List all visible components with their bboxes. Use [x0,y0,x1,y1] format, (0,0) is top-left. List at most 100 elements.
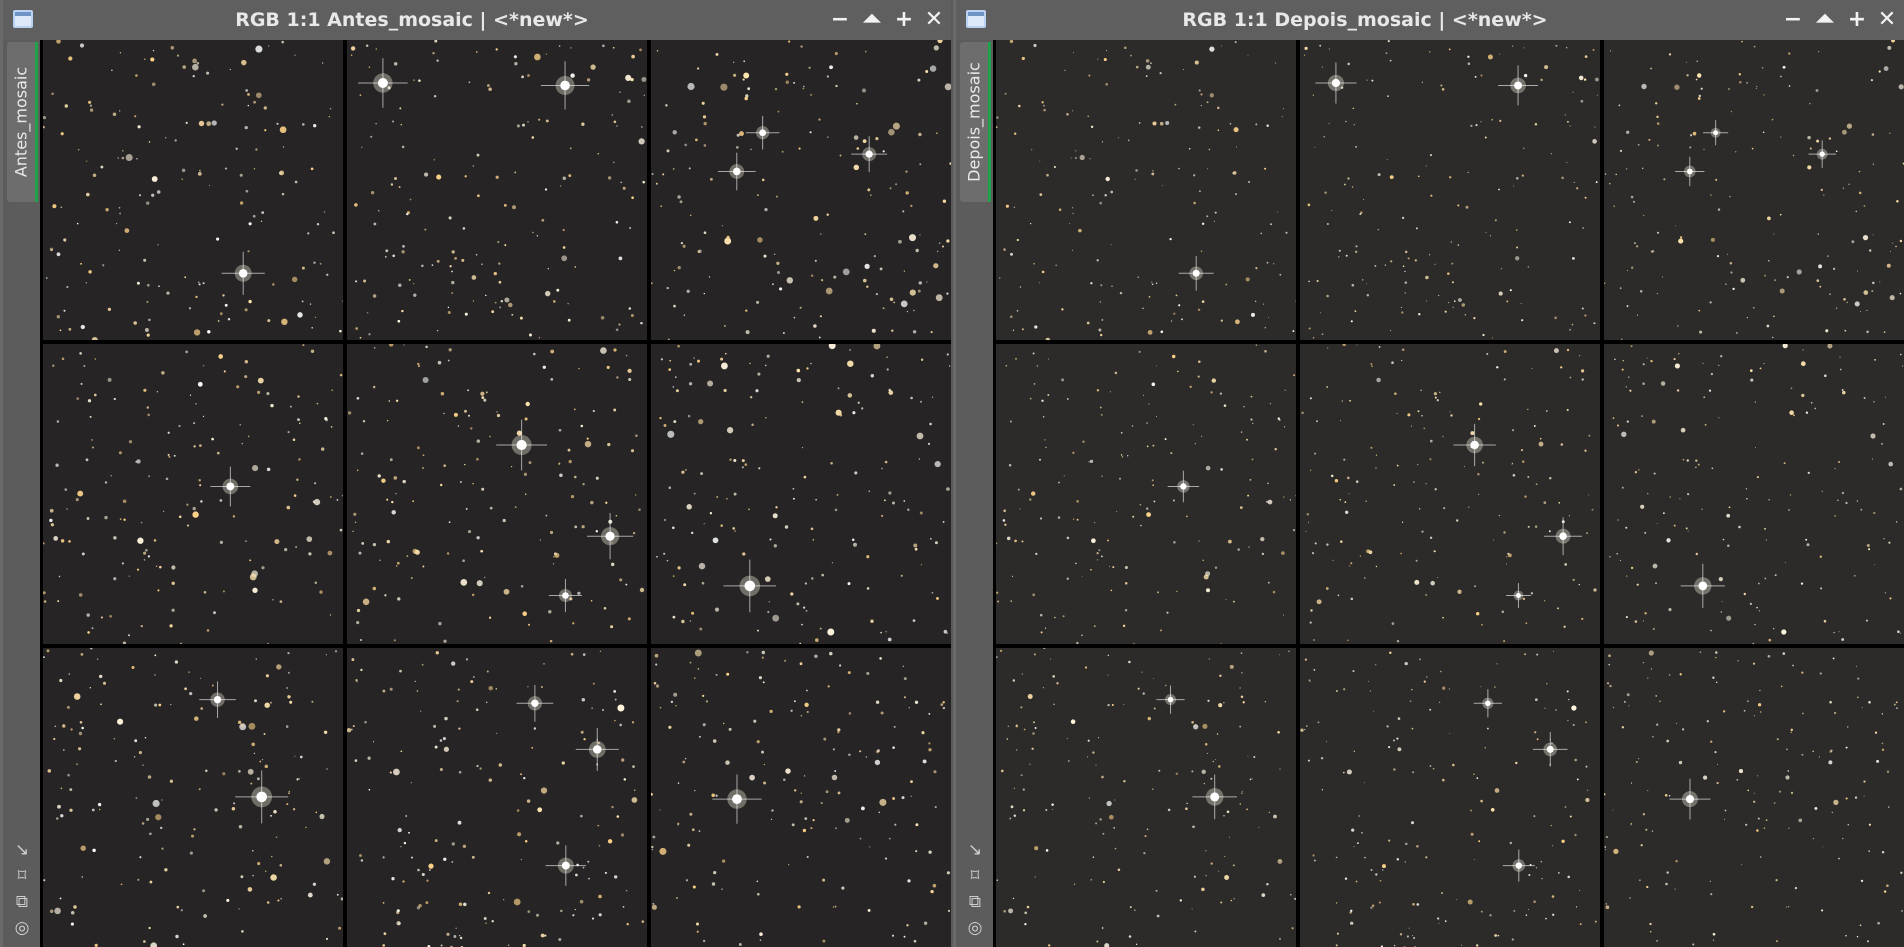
star [1123,779,1126,783]
star [698,562,706,570]
target-icon[interactable]: ◎ [12,918,32,938]
view-tab-antes-mosaic[interactable]: Antes_mosaic [7,42,38,202]
star [1343,771,1345,774]
bright-star [1808,140,1836,168]
star [188,307,192,310]
title-bar[interactable]: RGB 1:1 Depois_mosaic | <*new*> − ⏶ + ✕ [956,0,1904,41]
window-icon[interactable] [13,10,33,28]
star [1674,225,1676,227]
star [1531,368,1533,370]
shade-icon[interactable]: ⏶ [861,9,883,31]
star [497,240,500,244]
star [1382,869,1384,871]
crop-mask-icon[interactable]: ⌑ [12,866,32,886]
star [164,137,167,139]
star [1197,375,1200,378]
star [1477,473,1480,476]
star [47,769,52,773]
plus-icon[interactable]: + [893,9,915,31]
star [549,639,553,643]
star [1668,794,1671,797]
image-viewport[interactable] [993,40,1904,947]
star [244,125,248,130]
star [693,357,695,359]
bright-star [717,152,756,191]
star [1474,585,1477,588]
image-window-antes[interactable]: RGB 1:1 Antes_mosaic | <*new*> − ⏶ + ✕ A… [0,0,951,947]
star [152,49,155,52]
star [1228,539,1232,544]
plus-icon[interactable]: + [1846,9,1868,31]
star [1334,479,1339,483]
star [148,141,151,143]
star [720,83,728,91]
star [1699,330,1703,334]
star [1534,122,1538,126]
star [68,327,72,331]
star [1593,588,1597,592]
star [1883,538,1885,540]
star [193,828,196,831]
star [1096,389,1100,392]
star [1775,878,1778,882]
star [1689,146,1692,149]
star [1343,458,1346,461]
star [1433,392,1437,396]
star [1137,276,1139,278]
window-icon[interactable] [966,10,986,28]
image-window-depois[interactable]: RGB 1:1 Depois_mosaic | <*new*> − ⏶ + ✕ … [953,0,1904,947]
star [1371,79,1374,82]
star [475,708,479,712]
target-icon[interactable]: ◎ [965,918,985,938]
star [659,847,667,855]
zoom-to-fit-icon[interactable]: ↘ [12,840,32,860]
shade-icon[interactable]: ⏶ [1814,9,1836,31]
star [1375,873,1378,876]
star [1002,519,1006,522]
close-icon[interactable]: ✕ [1876,9,1898,31]
star [100,165,104,169]
star [771,283,774,286]
star [933,45,939,51]
star [236,385,240,389]
zoom-to-fit-icon[interactable]: ↘ [965,840,985,860]
star [702,694,705,697]
star [1785,775,1790,780]
star [1491,118,1493,121]
star [368,788,371,791]
bright-star [575,727,619,771]
star [1536,653,1539,656]
star [1092,194,1094,197]
star [1401,311,1404,314]
star [1248,546,1250,548]
star [1874,358,1877,361]
title-bar[interactable]: RGB 1:1 Antes_mosaic | <*new*> − ⏶ + ✕ [3,0,951,41]
clone-view-icon[interactable]: ⧉ [965,892,985,912]
image-viewport[interactable] [40,40,951,947]
star [709,512,713,515]
star [1535,483,1538,486]
star [1377,173,1381,177]
star [1114,847,1117,850]
star [1046,173,1049,177]
star [396,921,401,926]
star [1240,431,1243,433]
crop-mask-icon[interactable]: ⌑ [965,866,985,886]
star [245,540,247,542]
close-icon[interactable]: ✕ [923,9,945,31]
view-tab-depois-mosaic[interactable]: Depois_mosaic [960,42,991,202]
star [91,336,98,340]
star [726,427,734,434]
star [935,294,943,302]
star [1066,738,1068,740]
star [561,255,568,262]
clone-view-icon[interactable]: ⧉ [12,892,32,912]
star [641,77,647,82]
star [1521,460,1525,463]
minimize-icon[interactable]: − [829,9,851,31]
star [470,427,473,430]
star [1045,446,1047,449]
star [1415,559,1418,562]
minimize-icon[interactable]: − [1782,9,1804,31]
star [1648,650,1654,656]
